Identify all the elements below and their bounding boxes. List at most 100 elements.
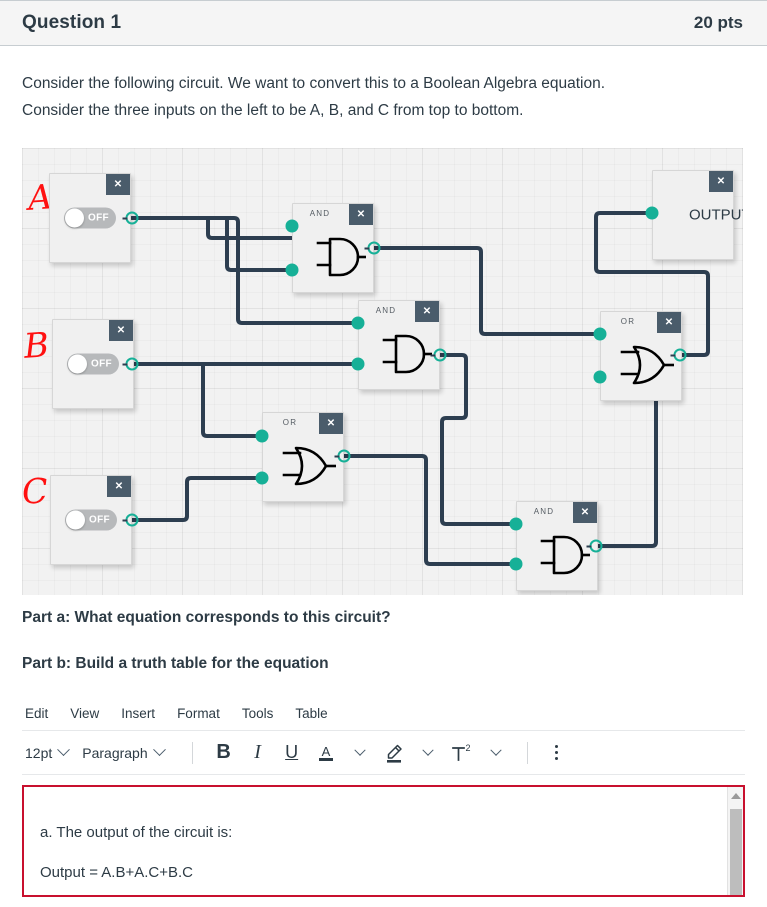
dot [555, 745, 559, 748]
or-gate-icon [601, 330, 681, 400]
output-node[interactable]: ✕ OUTPUT [652, 170, 743, 260]
menu-item-format[interactable]: Format [177, 706, 220, 721]
scroll-up-arrow-icon[interactable] [730, 793, 741, 799]
input-port-or1-1[interactable] [255, 429, 269, 443]
menu-item-tools[interactable]: Tools [242, 706, 274, 721]
input-port-or2-1[interactable] [593, 327, 607, 341]
input-port-or2-2[interactable] [593, 370, 607, 384]
highlight-button[interactable] [377, 738, 411, 768]
annotation-c: C [22, 471, 50, 513]
input-port-and3-1[interactable] [509, 517, 523, 531]
input-switch-a[interactable]: ✕ OFF [49, 173, 131, 263]
font-size-value: 12pt [25, 744, 53, 761]
input-port-and1-2[interactable] [285, 263, 299, 277]
scrollbar-thumb[interactable] [730, 809, 742, 895]
output-label: OUTPUT [689, 206, 743, 224]
or-gate-icon [263, 431, 343, 501]
gate-type-label: AND [375, 306, 397, 315]
toggle-state-label: OFF [91, 358, 112, 370]
answer-line-2: Output = A.B+A.C+B.C [40, 864, 194, 881]
toggle-switch-a[interactable]: OFF [64, 207, 116, 229]
answer-content[interactable]: a. The output of the circuit is: Output … [24, 787, 743, 893]
input-port-and2-2[interactable] [351, 357, 365, 371]
question-line-2: Consider the three inputs on the left to… [22, 102, 524, 119]
toggle-knob [65, 208, 84, 228]
output-port-switch-c[interactable] [122, 513, 139, 527]
gate-type-label: AND [309, 209, 331, 218]
toggle-switch-c[interactable]: OFF [65, 509, 117, 531]
output-port-or1[interactable] [334, 449, 351, 463]
close-icon[interactable]: ✕ [107, 476, 131, 497]
gate-and-1[interactable]: AND ✕ [292, 203, 374, 293]
text-color-dropdown[interactable] [343, 738, 377, 768]
svg-text:2: 2 [465, 743, 470, 753]
input-port-or1-2[interactable] [255, 471, 269, 485]
answer-line-1: a. The output of the circuit is: [40, 824, 233, 841]
output-port-and2[interactable] [430, 348, 447, 362]
question-line-1: Consider the following circuit. We want … [22, 75, 606, 92]
rich-content-editor: Edit View Insert Format Tools Table 12pt… [22, 697, 745, 775]
toolbar-divider [191, 741, 193, 764]
menu-item-table[interactable]: Table [295, 706, 327, 721]
output-port-and3[interactable] [586, 539, 603, 553]
points-badge: 20 pts [693, 13, 743, 32]
close-icon[interactable]: ✕ [106, 174, 130, 195]
text-color-button[interactable]: A [309, 738, 343, 768]
menu-item-insert[interactable]: Insert [121, 706, 155, 721]
italic-button[interactable]: I [241, 738, 275, 768]
close-icon[interactable]: ✕ [709, 171, 733, 192]
input-switch-c[interactable]: ✕ OFF [50, 475, 132, 565]
font-size-select[interactable]: 12pt [25, 743, 82, 761]
question-header: Question 1 20 pts [0, 0, 767, 46]
input-port-and3-2[interactable] [509, 557, 523, 571]
toggle-knob [66, 510, 85, 530]
part-b-prompt: Part b: Build a truth table for the equa… [22, 655, 329, 672]
menu-item-view[interactable]: View [70, 706, 99, 721]
gate-type-label: OR [282, 418, 298, 427]
toggle-state-label: OFF [88, 212, 109, 224]
output-port-or2[interactable] [670, 348, 687, 362]
chevron-down-icon [353, 744, 366, 756]
input-port-and2-1[interactable] [351, 316, 365, 330]
vertical-scrollbar[interactable] [727, 787, 743, 895]
menu-item-edit[interactable]: Edit [25, 706, 48, 721]
page-title: Question 1 [22, 12, 122, 33]
gate-type-label: OR [620, 317, 636, 326]
svg-text:A: A [321, 744, 330, 759]
question-body: Consider the following circuit. We want … [0, 46, 767, 124]
block-format-value: Paragraph [82, 744, 148, 761]
toggle-state-label: OFF [89, 514, 110, 526]
gate-or-1[interactable]: OR ✕ [262, 412, 344, 502]
chevron-down-icon [421, 744, 434, 756]
output-port-switch-a[interactable] [122, 211, 139, 225]
gate-type-label: AND [533, 507, 555, 516]
annotation-b: B [22, 325, 51, 367]
input-port-and1-1[interactable] [285, 219, 299, 233]
more-options-button[interactable] [542, 738, 572, 768]
underline-button[interactable]: U [275, 738, 309, 768]
block-format-select[interactable]: Paragraph [82, 743, 177, 761]
output-port-switch-b[interactable] [122, 357, 139, 371]
dot [555, 757, 559, 760]
superscript-dropdown[interactable] [479, 738, 513, 768]
gate-and-2[interactable]: AND ✕ [358, 300, 440, 390]
and-gate-icon [293, 222, 373, 292]
chevron-down-icon [152, 743, 166, 757]
close-icon[interactable]: ✕ [109, 320, 133, 341]
toolbar-divider [526, 741, 528, 764]
chevron-down-icon [489, 744, 502, 756]
parts-section: Part a: What equation corresponds to thi… [0, 595, 767, 673]
circuit-canvas[interactable]: A B C ✕ OFF ✕ OFF ✕ OFF AND ✕ AND ✕ OR ✕… [22, 148, 743, 595]
and-gate-icon [517, 520, 597, 590]
superscript-button[interactable]: 2 [445, 738, 479, 768]
editor-toolbar: 12pt Paragraph B I U A 2 [22, 731, 745, 775]
toggle-switch-b[interactable]: OFF [67, 353, 119, 375]
part-a-prompt: Part a: What equation corresponds to thi… [22, 609, 391, 626]
output-port-and1[interactable] [364, 241, 381, 255]
editor-menubar: Edit View Insert Format Tools Table [22, 697, 745, 731]
input-port-output[interactable] [645, 206, 659, 220]
answer-textarea[interactable]: a. The output of the circuit is: Output … [22, 785, 745, 897]
circuit-canvas-wrapper: A B C ✕ OFF ✕ OFF ✕ OFF AND ✕ AND ✕ OR ✕… [0, 124, 767, 595]
bold-button[interactable]: B [207, 738, 241, 768]
highlight-dropdown[interactable] [411, 738, 445, 768]
